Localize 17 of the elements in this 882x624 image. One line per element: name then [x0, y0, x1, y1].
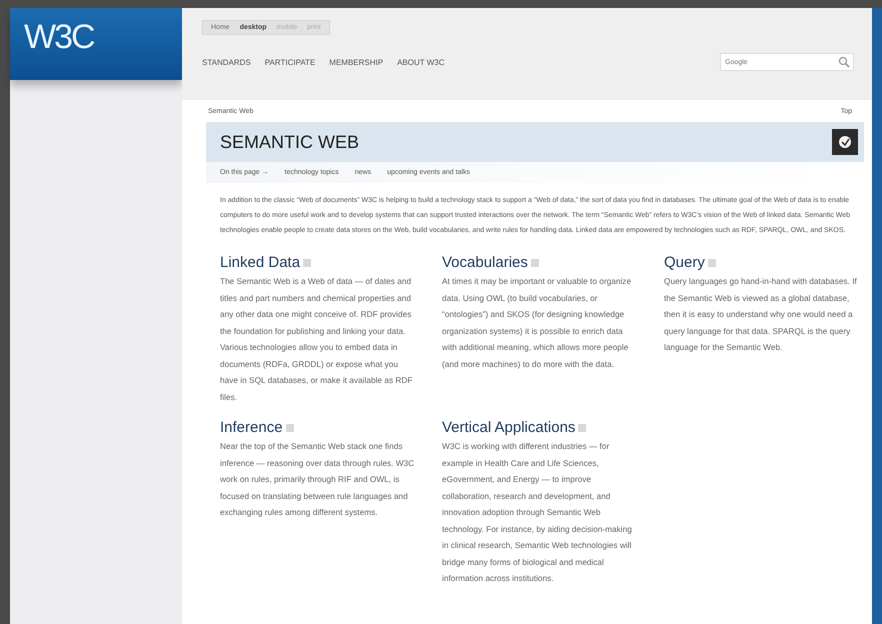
section-heading[interactable]: Vocabularies	[442, 254, 528, 271]
nav-link[interactable]: STANDARDS	[202, 58, 251, 66]
search-icon[interactable]	[838, 56, 850, 68]
section-text: Query languages go hand-in-hand with databases. If the Semantic Web is viewed as a global database, then it is easy to understand why one would need a query language for that data. SPARQL is the query language for the Semantic Web.	[664, 275, 858, 354]
section-heading[interactable]: Inference	[220, 419, 283, 436]
section-text: Near the top of the Semantic Web stack one finds inference — reasoning over data through rules. W3C work on rules, primarily through RIF and OWL, is focused on translating between rule languages and exchanging rules among different systems.	[220, 440, 416, 519]
nav-link[interactable]: MEMBERSHIP	[329, 58, 384, 66]
section-text: The Semantic Web is a Web of data — of dates and titles and part numbers and chemical properties and any other data one might conceive of. RDF provides the foundation for publishing and linking your data. Various technologies allow you to embed data in documents (RDFa, GRDDL) or expose what you have in SQL databases, or make it available as RDF files.	[220, 275, 414, 404]
page-title: SEMANTIC WEB	[220, 132, 360, 152]
section-heading[interactable]: Vertical Applications	[442, 419, 576, 436]
section-heading[interactable]: Linked Data	[220, 254, 300, 271]
nav-link[interactable]: PARTICIPATE	[264, 58, 316, 66]
nav-link[interactable]: ABOUT W3C	[397, 58, 444, 66]
section-heading[interactable]: Query	[664, 254, 705, 271]
w3c-logo[interactable]: W3C	[10, 8, 182, 80]
section-text: At times it may be important or valuable to organize data. Using OWL (to build vocabularies, or “ontologies”) and SKOS (for designing knowledge organization systems) it is possible to enrich data with additional meaning, which allows more people (and more machines) to do more with the data.	[442, 275, 632, 371]
section-text: W3C is working with different industries — for example in Health Care and Life Sciences, eGovernment, and Energy — to improve collaboration, research and development, and innovation adoption through Semantic Web technology. For instance, by aiding decision-making in clinical research, Semantic Web technologies will bridge many forms of biological and medical information across institutions.	[442, 440, 633, 585]
